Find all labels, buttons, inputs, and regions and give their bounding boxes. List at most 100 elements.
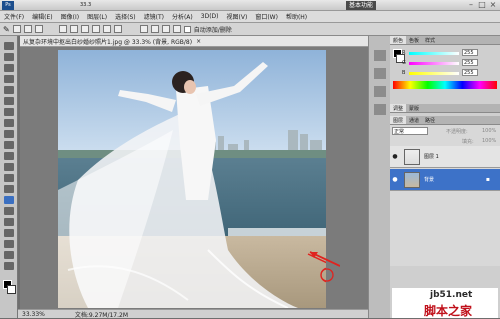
- fill-label: 填充:: [462, 139, 474, 145]
- minimize-icon[interactable]: –: [466, 0, 476, 10]
- menu-item[interactable]: 视图(V): [223, 12, 252, 21]
- menu-item[interactable]: 图层(L): [83, 12, 111, 21]
- close-icon[interactable]: ×: [488, 0, 498, 10]
- background-color-icon[interactable]: [7, 285, 16, 294]
- color-panel: 颜色 色板 样式 R 255 G 255 B 255: [390, 36, 500, 92]
- rectangle-shape-icon[interactable]: [58, 25, 67, 33]
- layer-row-selected[interactable]: ● 背景 ▪: [390, 169, 500, 191]
- layers-panel: 图层 通道 路径 正常 不透明度: 100% 填充: 100% ● 图层 1 ● 背…: [390, 116, 500, 266]
- panel-tab[interactable]: 色板: [406, 36, 422, 44]
- menu-item[interactable]: 帮助(H): [282, 12, 311, 21]
- quick-select-icon[interactable]: [4, 75, 14, 83]
- layer-name: 图层 1: [424, 154, 439, 160]
- document-tab[interactable]: 从复杂环境中抠出白纱婚纱照片1.jpg @ 33.3% (背景, RGB/8) …: [20, 36, 368, 47]
- path-subtract-icon[interactable]: [150, 25, 159, 33]
- layer-name: 背景: [424, 177, 435, 183]
- menu-item[interactable]: 选择(S): [111, 12, 140, 21]
- pen-tool-icon[interactable]: ✎: [3, 25, 10, 34]
- marquee-tool-icon[interactable]: [4, 53, 14, 61]
- layer-thumbnail: [404, 148, 420, 165]
- opacity-value[interactable]: 100%: [482, 128, 496, 134]
- b-slider[interactable]: [409, 72, 459, 75]
- panel-tab[interactable]: 蒙版: [406, 104, 422, 112]
- shape-layers-option[interactable]: [12, 25, 21, 33]
- lock-icon: ▪: [485, 176, 490, 183]
- path-select-icon[interactable]: [4, 218, 14, 226]
- blur-tool-icon[interactable]: [4, 174, 14, 182]
- path-exclude-icon[interactable]: [172, 25, 181, 33]
- line-shape-icon[interactable]: [102, 25, 111, 33]
- opacity-label: 不透明度:: [446, 129, 468, 135]
- spectrum-bar[interactable]: [393, 81, 497, 89]
- brush-tool-icon[interactable]: [4, 119, 14, 127]
- clone-stamp-icon[interactable]: [4, 130, 14, 138]
- auto-add-delete-checkbox[interactable]: [183, 25, 191, 33]
- character-icon[interactable]: [374, 104, 386, 115]
- g-value[interactable]: 255: [462, 59, 478, 66]
- ps-logo: Ps: [2, 1, 14, 10]
- menu-item[interactable]: 编辑(E): [28, 12, 56, 21]
- r-label: R: [402, 50, 406, 56]
- blend-mode-select[interactable]: 正常: [392, 127, 428, 135]
- options-bar: ✎ 自动添加/删除: [0, 23, 500, 36]
- workspace-button[interactable]: 基本功能: [346, 1, 377, 10]
- actions-icon[interactable]: [374, 68, 386, 79]
- watermark-site: jb51.net: [430, 290, 473, 300]
- maximize-icon[interactable]: □: [477, 0, 487, 10]
- g-slider[interactable]: [409, 62, 459, 65]
- path-intersect-icon[interactable]: [161, 25, 170, 33]
- menu-item[interactable]: 窗口(W): [251, 12, 282, 21]
- 3d-rotate-icon[interactable]: [4, 240, 14, 248]
- menu-item[interactable]: 文件(F): [0, 12, 28, 21]
- zoom-level-field[interactable]: 33.3: [80, 2, 91, 8]
- healing-brush-icon[interactable]: [4, 108, 14, 116]
- menu-item[interactable]: 分析(A): [168, 12, 197, 21]
- b-value[interactable]: 255: [462, 69, 478, 76]
- fill-pixels-option[interactable]: [34, 25, 43, 33]
- eye-icon[interactable]: ●: [390, 176, 400, 183]
- fill-value[interactable]: 100%: [482, 138, 496, 144]
- ellipse-shape-icon[interactable]: [80, 25, 89, 33]
- panel-tab[interactable]: 颜色: [390, 36, 407, 44]
- auto-add-delete-label: 自动添加/删除: [193, 26, 232, 34]
- paths-option[interactable]: [23, 25, 32, 33]
- menu-item[interactable]: 滤镜(T): [140, 12, 168, 21]
- eyedropper-icon[interactable]: [4, 97, 14, 105]
- panel-tab[interactable]: 调整: [390, 104, 407, 112]
- pen-tool-icon[interactable]: [4, 196, 14, 204]
- menu-item[interactable]: 图像(I): [57, 12, 83, 21]
- zoom-tool-icon[interactable]: [4, 262, 14, 270]
- dodge-tool-icon[interactable]: [4, 185, 14, 193]
- move-tool-icon[interactable]: [4, 42, 14, 50]
- info-icon[interactable]: [374, 86, 386, 97]
- panel-tab[interactable]: 通道: [406, 116, 422, 124]
- custom-shape-icon[interactable]: [113, 25, 122, 33]
- title-bar: Ps 33.3 基本功能 – □ ×: [0, 0, 500, 11]
- eraser-tool-icon[interactable]: [4, 152, 14, 160]
- layer-row[interactable]: ● 图层 1: [390, 146, 500, 168]
- b-label: B: [402, 70, 406, 76]
- menu-item[interactable]: 3D(D): [197, 13, 223, 20]
- watermark: jb51.net 脚本之家: [392, 288, 498, 318]
- close-tab-icon[interactable]: ×: [196, 38, 201, 45]
- panel-tab[interactable]: 样式: [422, 36, 438, 44]
- panel-tab[interactable]: 图层: [390, 116, 407, 124]
- gradient-tool-icon[interactable]: [4, 163, 14, 171]
- shape-tool-icon[interactable]: [4, 229, 14, 237]
- right-panels: 颜色 色板 样式 R 255 G 255 B 255 调整 蒙版 图层 通道 路径 正常 …: [390, 36, 500, 318]
- polygon-shape-icon[interactable]: [91, 25, 100, 33]
- history-icon[interactable]: [374, 50, 386, 61]
- lasso-tool-icon[interactable]: [4, 64, 14, 72]
- rounded-rect-shape-icon[interactable]: [69, 25, 78, 33]
- menu-bar: 文件(F) 编辑(E) 图像(I) 图层(L) 选择(S) 滤镜(T) 分析(A) 3D(D)…: [0, 11, 500, 23]
- eye-icon[interactable]: ●: [390, 153, 400, 160]
- panel-tab[interactable]: 路径: [422, 116, 438, 124]
- type-tool-icon[interactable]: [4, 207, 14, 215]
- zoom-status[interactable]: 33.33%: [22, 311, 45, 318]
- hand-tool-icon[interactable]: [4, 251, 14, 259]
- history-brush-icon[interactable]: [4, 141, 14, 149]
- r-slider[interactable]: [409, 52, 459, 55]
- crop-tool-icon[interactable]: [4, 86, 14, 94]
- path-add-icon[interactable]: [139, 25, 148, 33]
- r-value[interactable]: 255: [462, 49, 478, 56]
